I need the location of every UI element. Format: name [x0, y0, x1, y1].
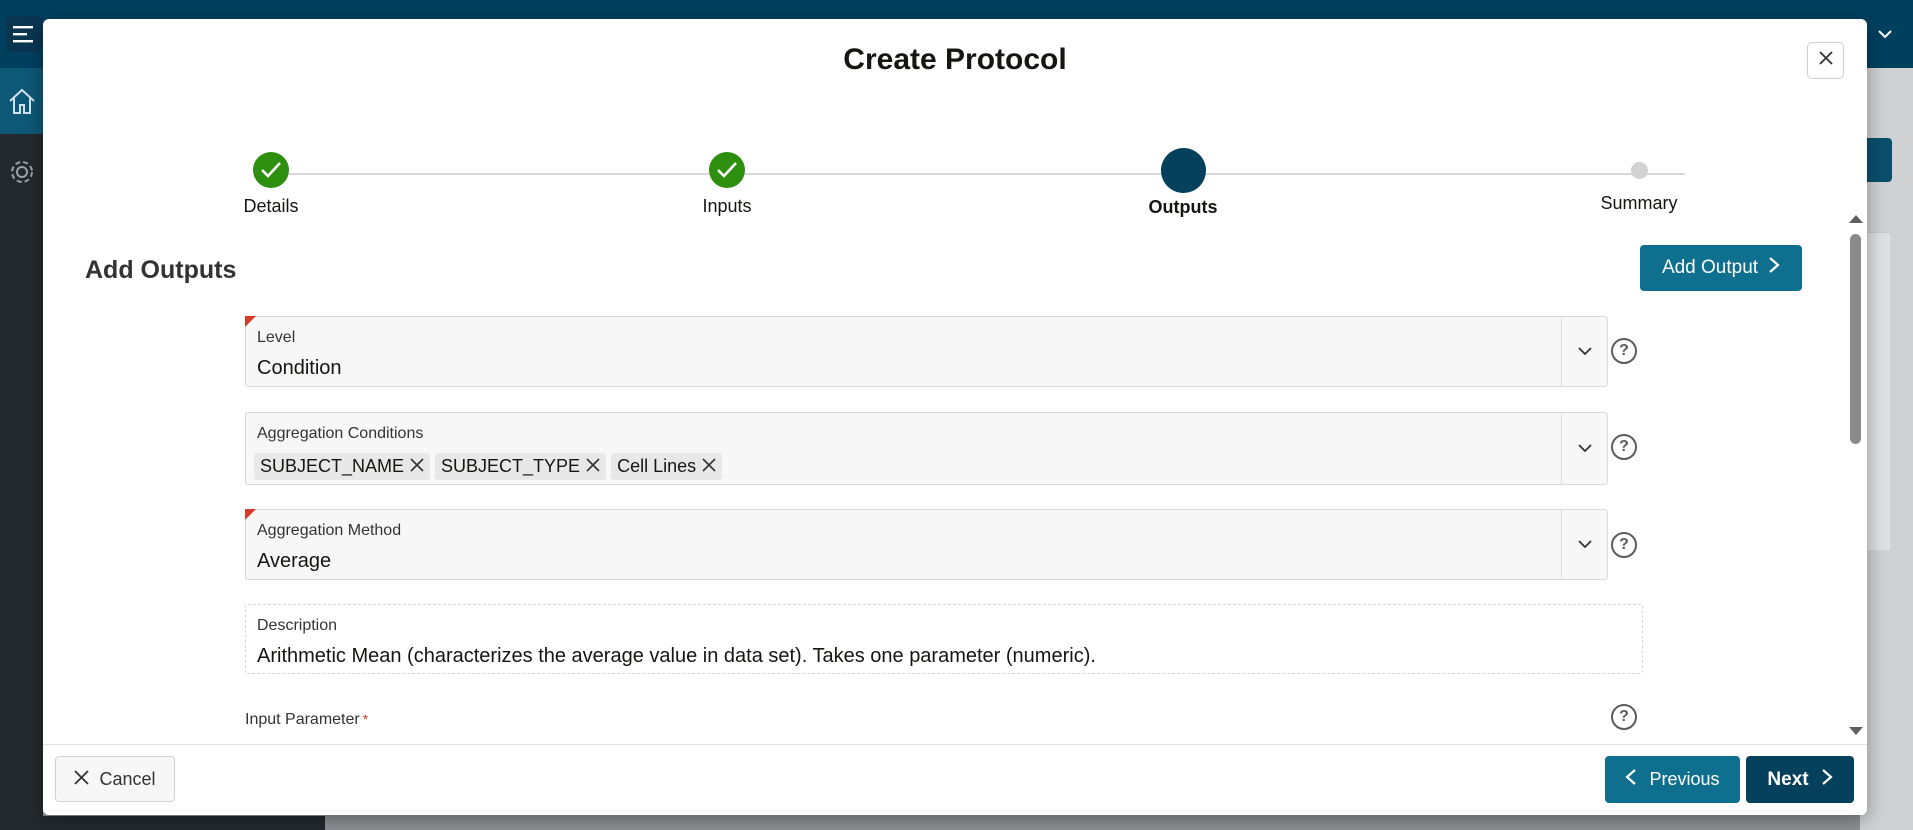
required-indicator [245, 509, 256, 520]
aggregation-conditions-label: Aggregation Conditions [257, 425, 424, 442]
cancel-button[interactable]: Cancel [55, 756, 175, 802]
cancel-label: Cancel [99, 768, 156, 789]
aggregation-method-label: Aggregation Method [257, 522, 402, 539]
chevron-right-icon [1768, 256, 1780, 280]
dialog-title: Create Protocol [843, 43, 1067, 76]
close-icon [1818, 50, 1834, 71]
menu-icon[interactable] [6, 16, 42, 52]
home-icon[interactable] [0, 68, 43, 134]
chevron-down-icon[interactable] [1870, 22, 1900, 46]
check-icon [709, 152, 745, 188]
input-parameter-text: Input Parameter [245, 711, 360, 728]
required-asterisk: * [362, 711, 369, 727]
level-label: Level [257, 329, 296, 346]
close-button[interactable] [1807, 42, 1844, 79]
required-indicator [245, 316, 256, 327]
aggregation-method-select[interactable]: Aggregation Method Average [245, 509, 1608, 580]
step-label: Details [243, 196, 299, 216]
step-label: Outputs [1148, 197, 1218, 217]
chevron-right-icon [1821, 768, 1833, 792]
gear-icon[interactable] [0, 144, 43, 200]
aggregation-method-value: Average [257, 550, 332, 572]
chip-label: SUBJECT_TYPE [441, 456, 581, 476]
create-protocol-dialog: Create Protocol Details Inputs Outputs S… [43, 19, 1867, 815]
scroll-up-arrow[interactable] [1849, 215, 1863, 223]
description-label: Description [257, 617, 338, 634]
level-select[interactable]: Level Condition [245, 316, 1608, 387]
step-summary[interactable]: Summary [1539, 152, 1739, 214]
check-icon [253, 152, 289, 188]
chip-list: SUBJECT_NAME SUBJECT_TYPE Cell Lines [254, 453, 723, 480]
stepper-track [271, 173, 1685, 175]
help-icon[interactable]: ? [1611, 704, 1637, 730]
chevron-left-icon [1625, 768, 1637, 791]
remove-chip-icon[interactable] [702, 456, 716, 477]
help-icon[interactable]: ? [1611, 338, 1637, 364]
aggregation-conditions-select[interactable]: Aggregation Conditions SUBJECT_NAME SUBJ… [245, 412, 1608, 485]
chevron-down-icon[interactable] [1561, 317, 1607, 386]
progress-stepper: Details Inputs Outputs Summary [43, 134, 1867, 217]
previous-label: Previous [1649, 769, 1720, 789]
scrollbar-thumb[interactable] [1850, 234, 1861, 444]
add-output-button[interactable]: Add Output [1640, 245, 1802, 291]
step-label: Summary [1600, 193, 1678, 213]
chip-label: SUBJECT_NAME [260, 456, 405, 476]
remove-chip-icon[interactable] [410, 456, 424, 477]
step-outputs[interactable]: Outputs [1083, 148, 1283, 218]
chip: SUBJECT_TYPE [435, 453, 607, 480]
remove-chip-icon[interactable] [586, 456, 600, 477]
description-value: Arithmetic Mean (characterizes the avera… [257, 645, 1096, 667]
sidebar-bottom [0, 816, 325, 830]
step-label: Inputs [702, 196, 752, 216]
chip: SUBJECT_NAME [254, 453, 431, 480]
section-title: Add Outputs [85, 256, 237, 284]
add-output-label: Add Output [1661, 257, 1759, 278]
pending-step-indicator [1630, 162, 1648, 179]
previous-button[interactable]: Previous [1605, 756, 1740, 803]
close-icon [74, 769, 90, 790]
chevron-down-icon[interactable] [1561, 413, 1607, 484]
dialog-footer: Cancel Previous Next [43, 744, 1867, 815]
step-details[interactable]: Details [171, 152, 371, 217]
help-icon[interactable]: ? [1611, 532, 1637, 558]
current-step-indicator [1160, 148, 1206, 193]
next-button[interactable]: Next [1746, 756, 1854, 803]
scroll-down-arrow[interactable] [1849, 727, 1863, 735]
chip: Cell Lines [611, 453, 723, 480]
help-icon[interactable]: ? [1611, 434, 1637, 460]
chip-label: Cell Lines [617, 456, 697, 476]
description-field: Description Arithmetic Mean (characteriz… [245, 604, 1643, 674]
level-value: Condition [257, 357, 342, 379]
chevron-down-icon[interactable] [1561, 510, 1607, 579]
next-label: Next [1767, 768, 1809, 790]
step-inputs[interactable]: Inputs [627, 152, 827, 217]
input-parameter-label: Input Parameter * [245, 711, 368, 729]
